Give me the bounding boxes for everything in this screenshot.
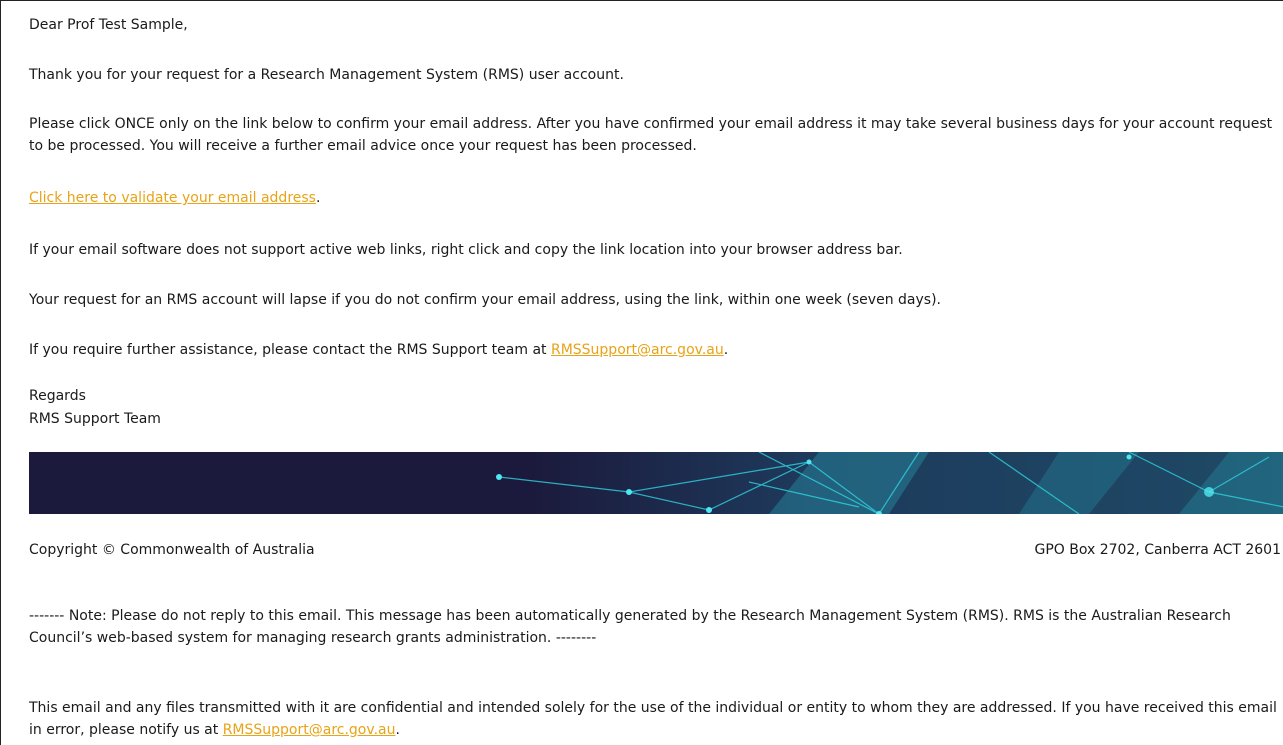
validate-suffix: . bbox=[315, 190, 321, 206]
validate-line: Click here to validate your email addres… bbox=[29, 187, 320, 209]
confidentiality-suffix: . bbox=[395, 722, 400, 738]
assistance-suffix: . bbox=[723, 342, 729, 358]
lapse-warning-paragraph: Your request for an RMS account will lap… bbox=[29, 292, 941, 308]
assistance-text: If you require further assistance, pleas… bbox=[29, 342, 551, 358]
postal-address: GPO Box 2702, Canberra ACT 2601 bbox=[1034, 542, 1281, 558]
auto-generated-note: ------- Note: Please do not reply to thi… bbox=[29, 608, 1231, 646]
assistance-paragraph: If you require further assistance, pleas… bbox=[29, 339, 728, 361]
copyright-text: Copyright © Commonwealth of Australia bbox=[29, 542, 315, 558]
copy-tip-paragraph: If your email software does not support … bbox=[29, 242, 903, 258]
instructions-paragraph: Please click ONCE only on the link below… bbox=[29, 116, 1273, 154]
signoff: Regards bbox=[29, 388, 86, 404]
greeting: Dear Prof Test Sample, bbox=[29, 17, 188, 33]
validate-email-link[interactable]: Click here to validate your email addres… bbox=[29, 190, 316, 206]
confidentiality-email-link[interactable]: RMSSupport@arc.gov.au bbox=[223, 722, 396, 738]
thanks-paragraph: Thank you for your request for a Researc… bbox=[29, 67, 624, 83]
email-body: Dear Prof Test Sample, Thank you for you… bbox=[0, 0, 1283, 745]
confidentiality-text: This email and any files transmitted wit… bbox=[29, 700, 1277, 738]
signature: RMS Support Team bbox=[29, 411, 161, 427]
network-graphic bbox=[29, 452, 1283, 514]
footer-banner-image bbox=[29, 452, 1283, 514]
confidentiality-notice: This email and any files transmitted wit… bbox=[29, 697, 1279, 741]
support-email-link[interactable]: RMSSupport@arc.gov.au bbox=[551, 342, 724, 358]
